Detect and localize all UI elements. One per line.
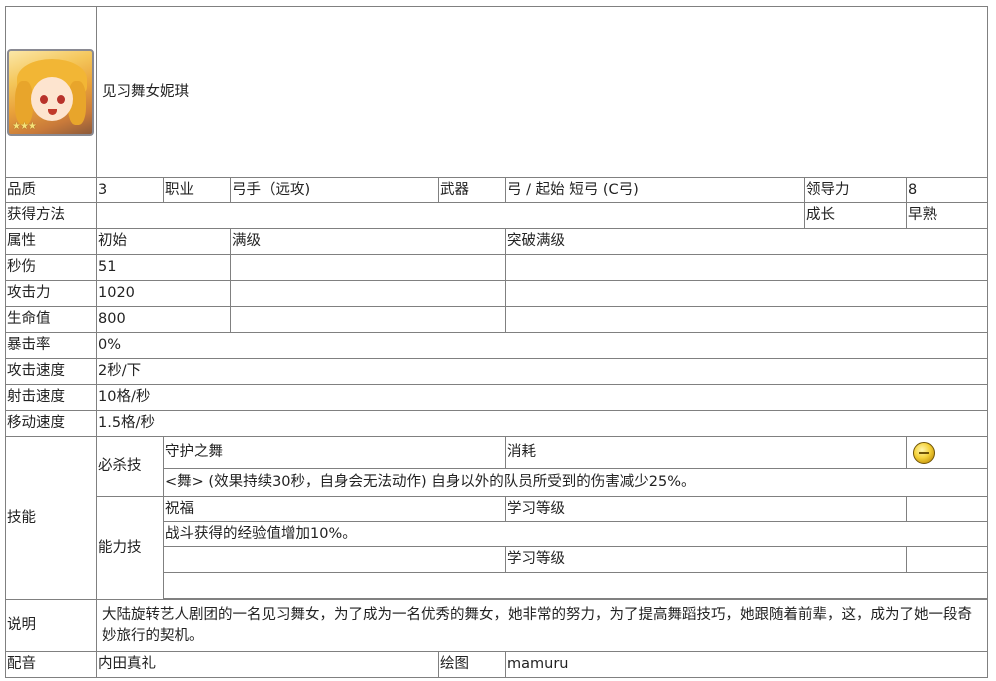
special-skill-row: 技能 必杀技 守护之舞 消耗 (5, 436, 988, 600)
description-text: 大陆旋转艺人剧团的一名见习舞女，为了成为一名优秀的舞女，她非常的努力，为了提高舞… (96, 599, 988, 652)
character-portrait-icon: ★★★ (7, 48, 94, 136)
leadership-value: 8 (906, 177, 988, 203)
special-skill-cost (906, 436, 988, 469)
character-name: 见习舞女妮琪 (96, 6, 988, 178)
ability-skill-row: 能力技 祝福 学习等级 (6, 496, 988, 600)
weapon-value: 弓 / 起始 短弓 (C弓) (505, 177, 805, 203)
stat-row: 暴击率 0% (5, 332, 988, 359)
class-value: 弓手（远攻) (230, 177, 439, 203)
art-label: 绘图 (438, 651, 506, 678)
stat-value: 10格/秒 (96, 384, 988, 411)
ability-skill-label: 能力技 (96, 496, 164, 600)
description-label: 说明 (5, 599, 97, 652)
stat-value: 2秒/下 (96, 358, 988, 385)
description-row: 说明 大陆旋转艺人剧团的一名见习舞女，为了成为一名优秀的舞女，她非常的努力，为了… (5, 599, 988, 652)
stat-label: 暴击率 (5, 332, 97, 359)
stat-value: 1.5格/秒 (96, 410, 988, 437)
growth-label: 成长 (804, 202, 907, 229)
attribute-row: 秒伤 51 (5, 254, 988, 281)
star-rating-icon: ★★★ (12, 121, 37, 132)
ability-learn-label: 学习等级 (505, 496, 907, 522)
stat-value: 0% (96, 332, 988, 359)
ability-learn-value-2 (906, 546, 988, 573)
attribute-header-initial: 初始 (96, 228, 231, 255)
ability-learn-value (906, 496, 988, 522)
attribute-label: 生命值 (5, 306, 97, 333)
attribute-header-row: 属性 初始 满级 突破满级 (5, 228, 988, 255)
attribute-breakthrough (505, 280, 988, 307)
obtain-row: 获得方法 成长 早熟 (5, 202, 988, 229)
attribute-header-max: 满级 (230, 228, 506, 255)
attribute-row: 攻击力 1020 (5, 280, 988, 307)
voice-label: 配音 (5, 651, 97, 678)
character-profile: ★★★ 见习舞女妮琪 品质 3 职业 弓手（远攻) 武器 弓 / 起始 短弓 (… (0, 0, 996, 681)
gold-coin-icon (913, 441, 935, 464)
quality-value: 3 (96, 177, 164, 203)
attribute-label: 秒伤 (5, 254, 97, 281)
attribute-initial: 800 (96, 306, 231, 333)
growth-value: 早熟 (906, 202, 988, 229)
weapon-label: 武器 (438, 177, 506, 203)
art-value: mamuru (505, 651, 988, 678)
attribute-header-label: 属性 (5, 228, 97, 255)
skills-label: 技能 (5, 436, 97, 600)
attribute-breakthrough (505, 306, 988, 333)
ability-skill-name: 祝福 (163, 496, 506, 522)
quality-label: 品质 (5, 177, 97, 203)
ability-skill-name-2 (163, 546, 506, 573)
leadership-label: 领导力 (804, 177, 907, 203)
special-skill-name: 守护之舞 (163, 436, 506, 469)
class-label: 职业 (163, 177, 231, 203)
special-skill-cost-label: 消耗 (505, 436, 907, 469)
special-skill-label: 必杀技 (96, 436, 164, 497)
stat-label: 攻击速度 (5, 358, 97, 385)
portrait-cell: ★★★ (5, 6, 97, 178)
attribute-initial: 51 (96, 254, 231, 281)
stat-label: 射击速度 (5, 384, 97, 411)
stat-label: 移动速度 (5, 410, 97, 437)
quality-row: 品质 3 职业 弓手（远攻) 武器 弓 / 起始 短弓 (C弓) 领导力 8 (5, 177, 988, 203)
ability-learn-label-2: 学习等级 (505, 546, 907, 573)
attribute-max (230, 306, 506, 333)
credits-row: 配音 内田真礼 绘图 mamuru (5, 651, 988, 678)
ability-skill-description-2 (163, 572, 988, 599)
attribute-max (230, 280, 506, 307)
attribute-breakthrough (505, 254, 988, 281)
attribute-initial: 1020 (96, 280, 231, 307)
stat-row: 射击速度 10格/秒 (5, 384, 988, 411)
character-info-table: ★★★ 见习舞女妮琪 品质 3 职业 弓手（远攻) 武器 弓 / 起始 短弓 (… (5, 6, 988, 678)
stat-row: 攻击速度 2秒/下 (5, 358, 988, 385)
ability-skill-description: 战斗获得的经验值增加10%。 (163, 521, 988, 547)
header-row: ★★★ 见习舞女妮琪 (5, 6, 988, 178)
attribute-row: 生命值 800 (5, 306, 988, 333)
attribute-max (230, 254, 506, 281)
obtain-value (96, 202, 805, 229)
special-skill-description: <舞> (效果持续30秒，自身会无法动作) 自身以外的队员所受到的伤害减少25%… (163, 468, 988, 497)
attribute-label: 攻击力 (5, 280, 97, 307)
voice-value: 内田真礼 (96, 651, 439, 678)
stat-row: 移动速度 1.5格/秒 (5, 410, 988, 437)
obtain-label: 获得方法 (5, 202, 97, 229)
attribute-header-breakthrough: 突破满级 (505, 228, 988, 255)
